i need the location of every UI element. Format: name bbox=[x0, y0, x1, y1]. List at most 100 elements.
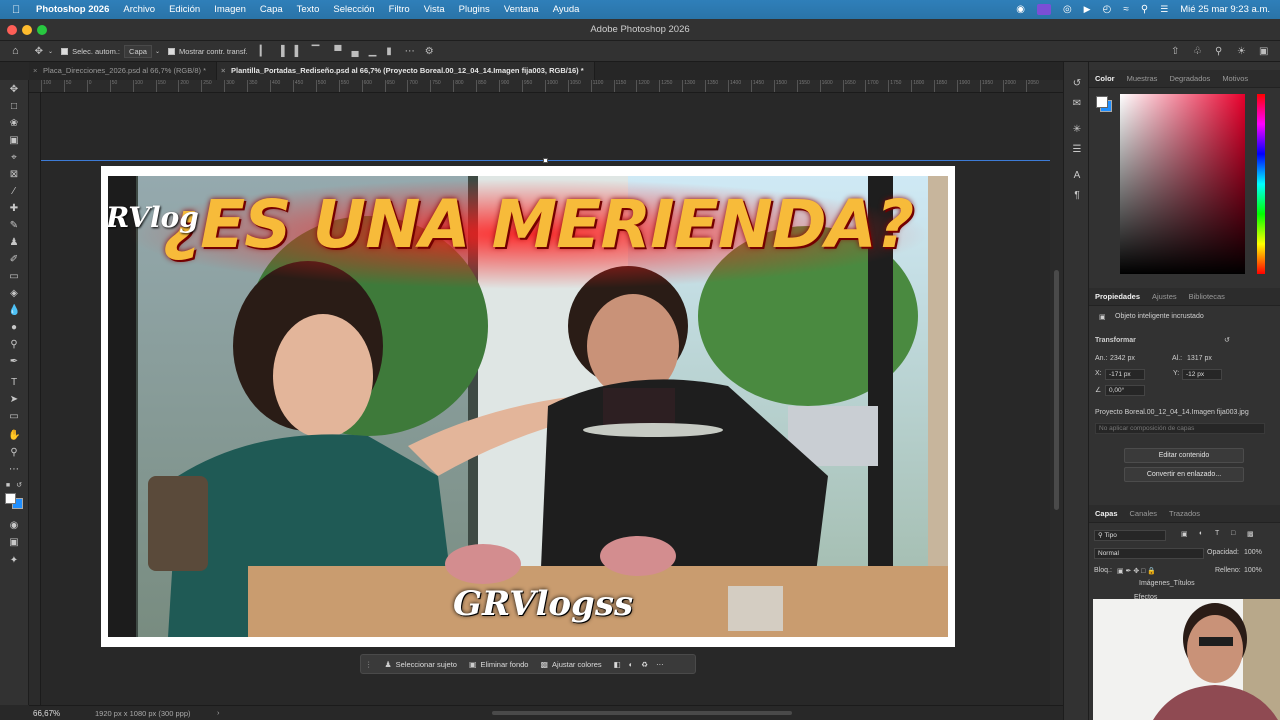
y-field[interactable]: -12 px bbox=[1182, 369, 1222, 380]
layer-filter-dropdown[interactable]: ⚲ Tipo bbox=[1094, 530, 1166, 541]
transform-handle[interactable] bbox=[543, 158, 548, 163]
adjust-colors-button[interactable]: ▩ Ajustar colores bbox=[534, 660, 607, 669]
default-colors-icon[interactable]: ■ bbox=[4, 480, 12, 489]
screen-mode-icon[interactable]: ▣ bbox=[8, 537, 20, 549]
comments-icon[interactable]: ✉ bbox=[1071, 98, 1083, 110]
home-icon[interactable]: ⌂ bbox=[12, 45, 19, 57]
align-middle-icon[interactable]: ▀ bbox=[334, 46, 341, 57]
foreground-color-swatch[interactable] bbox=[5, 493, 16, 504]
menu-texto[interactable]: Texto bbox=[297, 4, 320, 15]
filter-type-icon[interactable]: T bbox=[1215, 530, 1219, 537]
pen-tool-icon[interactable]: ✒ bbox=[8, 356, 20, 368]
discover-icon[interactable]: ☀ bbox=[1237, 46, 1246, 57]
menu-ventana[interactable]: Ventana bbox=[504, 4, 539, 15]
swap-colors-icon[interactable]: ↺ bbox=[15, 480, 23, 489]
menu-seleccion[interactable]: Selección bbox=[333, 4, 374, 15]
minimize-window-button[interactable] bbox=[22, 25, 32, 35]
history-icon[interactable]: ↺ bbox=[1071, 78, 1083, 90]
history-brush-tool-icon[interactable]: ✐ bbox=[8, 254, 20, 266]
clock-icon[interactable]: ◴ bbox=[1103, 4, 1112, 15]
marquee-tool-icon[interactable]: □ bbox=[8, 101, 20, 113]
tab-ajustes[interactable]: Ajustes bbox=[1146, 288, 1183, 305]
auto-select-dropdown[interactable]: Capa bbox=[124, 44, 152, 58]
height-value[interactable]: 1317 px bbox=[1187, 355, 1212, 362]
edit-contents-button[interactable]: Editar contenido bbox=[1124, 448, 1244, 463]
creative-cloud-icon[interactable]: ◉ bbox=[1016, 4, 1025, 15]
menubar-datetime[interactable]: Mié 25 mar 9:23 a.m. bbox=[1180, 4, 1270, 15]
move-tool-icon[interactable]: ✥ bbox=[8, 84, 20, 96]
drag-handle-icon[interactable]: ⋮ bbox=[365, 660, 373, 669]
mask-icon[interactable]: ◐ bbox=[629, 660, 634, 669]
blend-mode-dropdown[interactable]: Normal bbox=[1094, 548, 1204, 559]
menu-plugins[interactable]: Plugins bbox=[459, 4, 490, 15]
path-selection-tool-icon[interactable]: ➤ bbox=[8, 394, 20, 406]
tab-motivos[interactable]: Motivos bbox=[1216, 70, 1254, 87]
align-right-icon[interactable]: ▌ bbox=[295, 46, 302, 57]
hue-slider[interactable] bbox=[1257, 94, 1265, 274]
menu-imagen[interactable]: Imagen bbox=[214, 4, 246, 15]
notifications-bell-icon[interactable]: ♧ bbox=[1193, 46, 1202, 57]
zoom-lens-tool-icon[interactable]: ⚲ bbox=[8, 339, 20, 351]
fill-value[interactable]: 100% bbox=[1244, 567, 1262, 574]
healing-brush-tool-icon[interactable]: ✚ bbox=[8, 203, 20, 215]
edit-toolbar-icon[interactable]: ⋯ bbox=[8, 464, 20, 476]
dodge-tool-icon[interactable]: ● bbox=[8, 322, 20, 334]
lasso-tool-icon[interactable]: ❀ bbox=[8, 118, 20, 130]
tab-plantilla-portadas[interactable]: × Plantilla_Portadas_Rediseño.psd al 66,… bbox=[217, 62, 595, 80]
type-tool-icon[interactable]: T bbox=[8, 377, 20, 389]
panel-foreground-swatch[interactable] bbox=[1096, 96, 1108, 108]
rectangle-tool-icon[interactable]: ▭ bbox=[8, 411, 20, 423]
filter-smart-object-icon[interactable]: ▩ bbox=[1247, 530, 1254, 538]
frame-tool-icon[interactable]: ⊠ bbox=[8, 169, 20, 181]
align-bottom-icon[interactable]: ▁ bbox=[369, 46, 377, 57]
opacity-value[interactable]: 100% bbox=[1244, 549, 1262, 556]
color-picker-field[interactable] bbox=[1120, 94, 1245, 274]
reset-transform-icon[interactable]: ↺ bbox=[1224, 336, 1230, 344]
distribute-icon[interactable]: ▮ bbox=[386, 46, 392, 57]
share-icon[interactable]: ⇧ bbox=[1171, 46, 1179, 57]
clone-stamp-tool-icon[interactable]: ♟ bbox=[8, 237, 20, 249]
move-tool-dropdown-icon[interactable]: ⌄ bbox=[48, 48, 53, 55]
align-center-icon[interactable]: ▐ bbox=[277, 46, 284, 57]
align-left-icon[interactable]: ▎ bbox=[260, 46, 268, 57]
auto-select-checkbox[interactable] bbox=[61, 47, 69, 55]
tab-propiedades[interactable]: Propiedades bbox=[1089, 288, 1146, 305]
menu-vista[interactable]: Vista bbox=[424, 4, 445, 15]
horizontal-scroll-thumb[interactable] bbox=[492, 711, 792, 715]
close-tab-icon[interactable]: × bbox=[33, 62, 37, 80]
filter-shape-icon[interactable]: □ bbox=[1231, 530, 1235, 537]
eraser-tool-icon[interactable]: ▭ bbox=[8, 271, 20, 283]
brush-tool-icon[interactable]: ✎ bbox=[8, 220, 20, 232]
layer-name[interactable]: Imágenes_Títulos bbox=[1139, 580, 1195, 587]
filter-pixel-icon[interactable]: ▣ bbox=[1181, 530, 1188, 538]
menu-app-name[interactable]: Photoshop 2026 bbox=[36, 4, 109, 15]
eyedropper-tool-icon[interactable]: ⁄ bbox=[8, 186, 20, 198]
apple-icon[interactable]:  bbox=[12, 4, 26, 16]
smart-object-icon[interactable]: ♻ bbox=[641, 660, 648, 669]
chevron-right-icon[interactable]: › bbox=[217, 708, 220, 717]
angle-field[interactable]: 0,00° bbox=[1105, 385, 1145, 396]
layer-comp-dropdown[interactable]: No aplicar composición de capas bbox=[1095, 423, 1265, 434]
settings-gear-icon[interactable]: ⚙ bbox=[425, 46, 434, 57]
move-tool-icon[interactable]: ✥ bbox=[35, 46, 43, 57]
generative-icon[interactable]: ✦ bbox=[8, 555, 20, 567]
thumbnail-photo-layer[interactable]: ¿ES UNA MERIENDA? RVlog GRVlogss bbox=[108, 176, 948, 637]
menu-filtro[interactable]: Filtro bbox=[389, 4, 410, 15]
workspace-icon[interactable]: ▣ bbox=[1259, 46, 1268, 57]
close-tab-icon[interactable]: × bbox=[221, 62, 225, 80]
x-field[interactable]: -171 px bbox=[1105, 369, 1145, 380]
headline-text[interactable]: ¿ES UNA MERIENDA? bbox=[148, 186, 928, 263]
quick-mask-icon[interactable]: ◉ bbox=[8, 520, 20, 532]
select-subject-button[interactable]: ♟ Seleccionar sujeto bbox=[379, 660, 463, 669]
paragraph-icon[interactable]: ¶ bbox=[1071, 190, 1083, 202]
brushes-icon[interactable]: ☰ bbox=[1071, 144, 1083, 156]
corner-brand-text[interactable]: RVlog bbox=[108, 201, 199, 234]
brush-settings-icon[interactable]: ✳ bbox=[1071, 124, 1083, 136]
screen-record-icon[interactable] bbox=[1036, 4, 1051, 15]
menu-ayuda[interactable]: Ayuda bbox=[553, 4, 580, 15]
paint-bucket-tool-icon[interactable]: ◈ bbox=[8, 288, 20, 300]
spotlight-search-icon[interactable]: ⚲ bbox=[1141, 4, 1148, 15]
tab-capas[interactable]: Capas bbox=[1089, 505, 1124, 522]
hand-tool-icon[interactable]: ✋ bbox=[8, 430, 20, 442]
transform-icon[interactable]: ◧ bbox=[614, 660, 621, 669]
